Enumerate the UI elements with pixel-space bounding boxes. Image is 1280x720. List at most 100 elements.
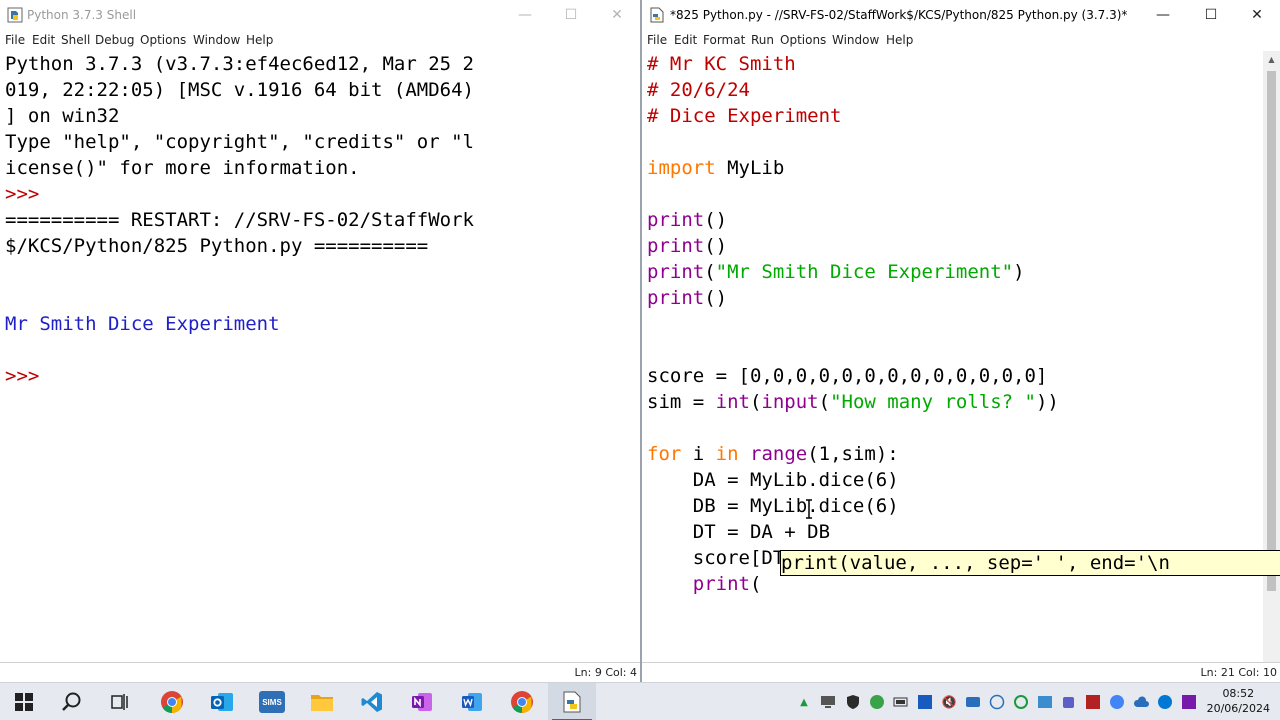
taskbar-idle[interactable] xyxy=(548,683,596,720)
maximize-button[interactable]: ☐ xyxy=(548,0,594,30)
tray-teams-icon[interactable] xyxy=(1061,694,1077,710)
taskbar-onenote[interactable] xyxy=(398,683,446,720)
code-token: # Dice Experiment xyxy=(647,105,842,127)
maximize-button[interactable]: ☐ xyxy=(1188,0,1234,30)
tray-onenote-icon[interactable] xyxy=(1181,694,1197,710)
search-button[interactable] xyxy=(48,683,96,720)
tray-word-icon[interactable] xyxy=(917,694,933,710)
shell-window: Python 3.7.3 Shell — ☐ ✕ File Edit Shell… xyxy=(0,0,640,682)
editor-statusbar: Ln: 21 Col: 10 xyxy=(642,662,1280,682)
menu-debug[interactable]: Debug xyxy=(95,33,134,47)
close-button[interactable]: ✕ xyxy=(1234,0,1280,30)
taskbar-clock[interactable]: 08:52 20/06/2024 xyxy=(1207,686,1270,716)
shell-titlebar[interactable]: Python 3.7.3 Shell — ☐ ✕ xyxy=(0,0,640,30)
code-token: # Mr KC Smith xyxy=(647,53,796,75)
shell-line: ========== RESTART: //SRV-FS-02/StaffWor… xyxy=(5,209,474,231)
code-token: "Mr Smith Dice Experiment" xyxy=(715,261,1014,283)
code-token: DT = DA + DB xyxy=(647,521,831,543)
tray-notes-icon[interactable] xyxy=(1085,694,1101,710)
menu-file[interactable]: File xyxy=(5,33,25,47)
i-beam-cursor-icon xyxy=(806,499,812,519)
code-line: score = [0,0,0,0,0,0,0,0,0,0,0,0,0] xyxy=(647,363,1047,389)
menu-help[interactable]: Help xyxy=(246,33,273,47)
menu-window[interactable]: Window xyxy=(832,33,879,47)
code-line: # Dice Experiment xyxy=(647,103,841,129)
taskbar-chrome[interactable] xyxy=(148,683,196,720)
task-view-icon xyxy=(111,694,128,710)
shell-statusbar: Ln: 9 Col: 4 xyxy=(0,662,640,682)
code-token: import xyxy=(647,157,716,179)
code-token: "How many rolls? " xyxy=(830,391,1036,413)
menu-run[interactable]: Run xyxy=(751,33,774,47)
menu-shell[interactable]: Shell xyxy=(61,33,90,47)
tray-cloud-icon[interactable] xyxy=(1133,694,1149,710)
code-token: ( xyxy=(749,391,762,413)
taskbar-word[interactable] xyxy=(448,683,496,720)
code-line: print("Mr Smith Dice Experiment") xyxy=(647,259,1025,285)
menu-edit[interactable]: Edit xyxy=(674,33,697,47)
code-token: print xyxy=(692,573,750,595)
sims-icon: SIMS xyxy=(259,691,285,713)
menu-help[interactable]: Help xyxy=(886,33,913,47)
code-token: MyLib xyxy=(715,157,785,179)
tray-network-icon[interactable] xyxy=(869,694,885,710)
menu-options[interactable]: Options xyxy=(780,33,826,47)
menu-window[interactable]: Window xyxy=(193,33,240,47)
code-token: in xyxy=(715,443,739,465)
menu-edit[interactable]: Edit xyxy=(32,33,55,47)
tray-globe-icon[interactable] xyxy=(989,694,1005,710)
tray-display-icon[interactable] xyxy=(820,694,836,710)
tray-sync-icon[interactable] xyxy=(1013,694,1029,710)
tray-arrow-icon[interactable]: ▲ xyxy=(796,694,812,710)
word-icon xyxy=(462,693,482,711)
code-token: i xyxy=(681,443,716,465)
onenote-icon xyxy=(412,693,432,711)
scroll-up-icon[interactable]: ▲ xyxy=(1263,51,1280,68)
tray-app-icon[interactable] xyxy=(1037,694,1053,710)
code-token: ( xyxy=(749,573,762,595)
menu-format[interactable]: Format xyxy=(703,33,745,47)
task-view-button[interactable] xyxy=(96,683,144,720)
tray-volume-icon[interactable]: 🔇 xyxy=(941,694,957,710)
code-token: for xyxy=(647,443,682,465)
code-line: DB = MyLib.dice(6) xyxy=(647,493,899,519)
close-button[interactable]: ✕ xyxy=(594,0,640,30)
shell-line: Type "help", "copyright", "credits" or "… xyxy=(5,131,474,153)
code-token: ) xyxy=(1013,261,1025,283)
shell-cursor-position: Ln: 9 Col: 4 xyxy=(574,666,637,679)
code-token: (1,sim): xyxy=(807,443,899,465)
scroll-thumb[interactable] xyxy=(1267,71,1276,591)
minimize-button[interactable]: — xyxy=(502,0,548,30)
taskbar-outlook[interactable] xyxy=(198,683,246,720)
code-token: input xyxy=(761,391,819,413)
taskbar-chrome-2[interactable] xyxy=(498,683,546,720)
tray-camera-icon[interactable] xyxy=(965,694,981,710)
tray-skype-icon[interactable] xyxy=(1157,694,1173,710)
taskbar-sims[interactable]: SIMS xyxy=(248,683,296,720)
editor-window: *825 Python.py - //SRV-FS-02/StaffWork$/… xyxy=(642,0,1280,682)
tray-chrome-icon[interactable] xyxy=(1109,694,1125,710)
menu-file[interactable]: File xyxy=(647,33,667,47)
code-line: DT = DA + DB xyxy=(647,519,830,545)
code-line: print() xyxy=(647,233,727,259)
idle-editor-icon xyxy=(563,691,581,713)
code-token: DA = MyLib.dice(6) xyxy=(647,469,899,491)
taskbar-file-explorer[interactable] xyxy=(298,683,346,720)
code-token: )) xyxy=(1035,391,1059,413)
start-button[interactable] xyxy=(0,683,48,720)
taskbar-vscode[interactable] xyxy=(348,683,396,720)
code-line: sim = int(input("How many rolls? ")) xyxy=(647,389,1059,415)
tray-battery-icon[interactable] xyxy=(893,694,909,710)
windows-logo-icon xyxy=(15,693,33,711)
shell-line: >>> xyxy=(5,183,51,205)
editor-titlebar[interactable]: *825 Python.py - //SRV-FS-02/StaffWork$/… xyxy=(642,0,1280,30)
code-token: print xyxy=(647,209,705,231)
code-token: print xyxy=(647,287,705,309)
minimize-button[interactable]: — xyxy=(1140,0,1186,30)
code-token: print xyxy=(647,235,705,257)
shell-output-area[interactable]: Python 3.7.3 (v3.7.3:ef4ec6ed12, Mar 25 … xyxy=(0,51,640,662)
tray-security-icon[interactable] xyxy=(845,694,861,710)
menu-options[interactable]: Options xyxy=(140,33,186,47)
